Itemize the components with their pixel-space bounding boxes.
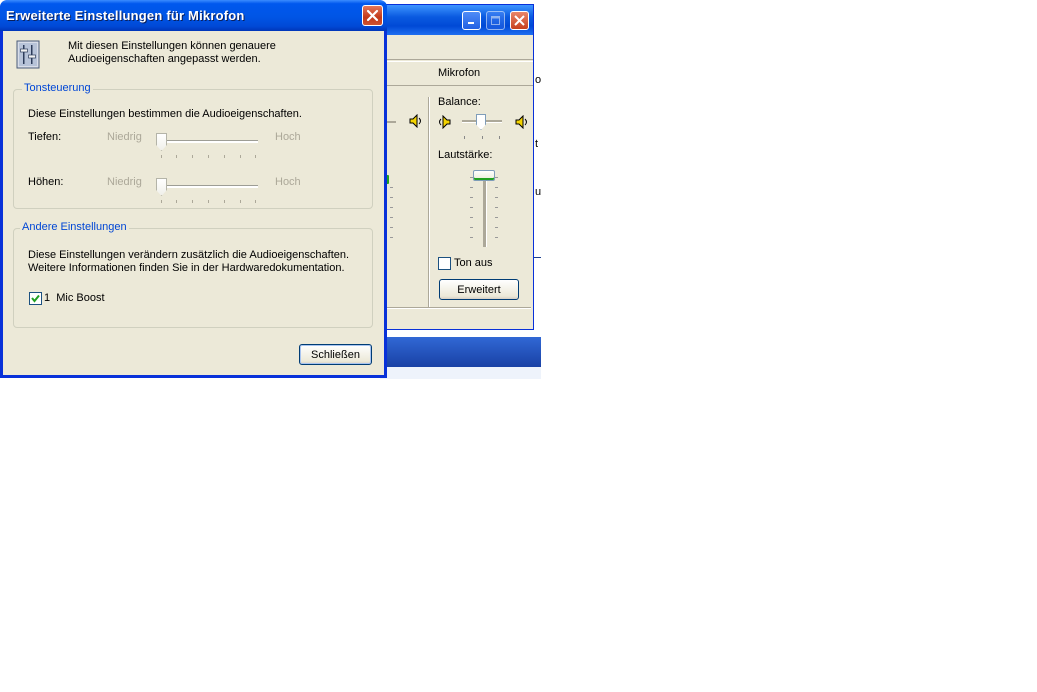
column-header-mikrofon: Mikrofon [438, 67, 481, 79]
status-bar [380, 307, 531, 330]
check-mark-icon [31, 294, 40, 303]
dialog-title: Erweiterte Einstellungen für Mikrofon [6, 8, 245, 23]
close-icon[interactable] [510, 11, 529, 30]
bass-high-label: Hoch [275, 131, 301, 143]
volume-slider-track[interactable] [483, 175, 487, 247]
speaker-right-icon [515, 115, 527, 129]
other-group-description-line2: Weitere Informationen finden Sie in der … [28, 262, 345, 274]
mixer-menu-bar [380, 35, 533, 60]
mute-label[interactable]: Ton aus [454, 257, 493, 269]
maximize-glyph [491, 16, 500, 25]
balance-ticks [464, 136, 500, 139]
treble-slider-thumb[interactable] [156, 178, 167, 196]
minimize-icon[interactable] [462, 11, 481, 30]
treble-slider-track[interactable] [158, 185, 258, 188]
close-glyph [514, 15, 525, 26]
bass-label: Tiefen: [28, 131, 62, 143]
edge-text-fragment: o [535, 74, 542, 86]
close-button[interactable]: Schließen [299, 344, 372, 365]
mixer-title-bar[interactable] [380, 5, 533, 35]
tone-control-group: Tonsteuerung Diese Einstellungen bestimm… [13, 82, 373, 209]
maximize-icon[interactable] [486, 11, 505, 30]
speaker-left-icon [439, 115, 451, 129]
tone-group-description: Diese Einstellungen bestimmen die Audioe… [28, 108, 302, 120]
other-group-title: Andere Einstellungen [20, 221, 129, 233]
edge-divider [534, 257, 541, 258]
audio-settings-icon [16, 40, 40, 69]
close-icon[interactable] [362, 5, 383, 26]
mixer-window: Mikrofon Balance: Lautstärke: Ton aus Er… [380, 4, 534, 330]
advanced-settings-dialog: Erweiterte Einstellungen für Mikrofon Mi… [0, 0, 387, 378]
edge-text-fragment: u [535, 186, 542, 198]
mic-boost-checkbox[interactable] [29, 292, 42, 305]
taskbar-strip [380, 367, 541, 379]
mute-checkbox[interactable] [438, 257, 451, 270]
edge-text-fragment: t [535, 138, 539, 150]
volume-slider-thumb[interactable] [473, 170, 495, 181]
minimize-glyph [468, 22, 474, 24]
dialog-header-text: Mit diesen Einstellungen können genauere… [68, 40, 276, 65]
dialog-body: Mit diesen Einstellungen können genauere… [3, 31, 384, 375]
other-settings-group: Andere Einstellungen Diese Einstellungen… [13, 221, 373, 328]
other-group-description-line1: Diese Einstellungen verändern zusätzlich… [28, 249, 350, 261]
close-glyph [366, 9, 379, 22]
volume-label: Lautstärke: [438, 149, 493, 161]
treble-label: Höhen: [28, 176, 64, 188]
mic-boost-label[interactable]: 1 Mic Boost [44, 292, 105, 304]
balance-label: Balance: [438, 96, 481, 108]
bass-low-label: Niedrig [107, 131, 142, 143]
divider [380, 85, 533, 86]
advanced-button[interactable]: Erweitert [439, 279, 519, 300]
treble-high-label: Hoch [275, 176, 301, 188]
tone-group-title: Tonsteuerung [22, 82, 93, 94]
balance-slider-thumb[interactable] [476, 114, 486, 130]
speaker-right-icon [409, 114, 421, 128]
column-separator-highlight [429, 97, 430, 309]
taskbar-fragment [380, 337, 541, 367]
divider [380, 61, 533, 62]
treble-low-label: Niedrig [107, 176, 142, 188]
bass-slider-thumb[interactable] [156, 133, 167, 151]
dialog-title-bar[interactable]: Erweiterte Einstellungen für Mikrofon [0, 0, 387, 31]
bass-slider-track[interactable] [158, 140, 258, 143]
